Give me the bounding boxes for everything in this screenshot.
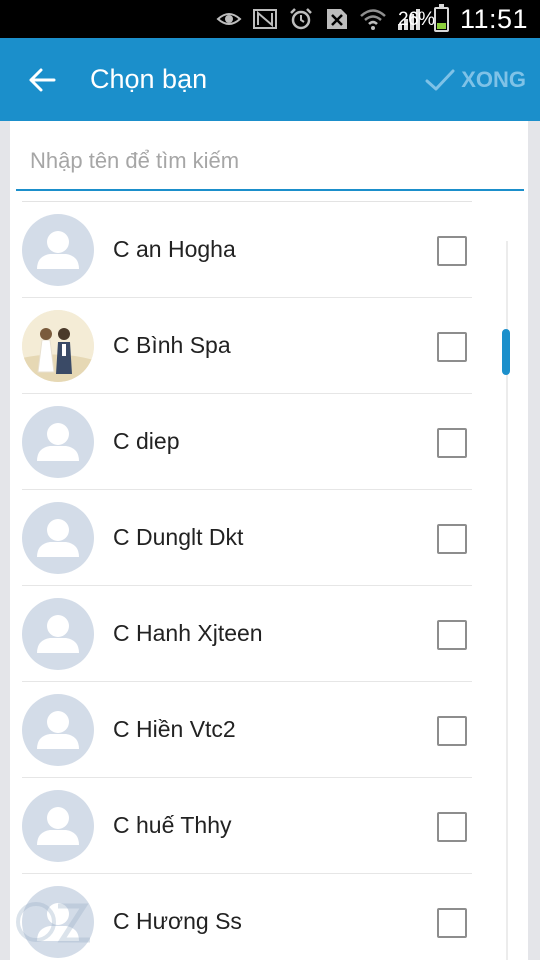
arrow-left-icon (29, 68, 56, 92)
status-icons (216, 4, 422, 34)
default-avatar-icon (22, 502, 94, 574)
contact-name: C Hương Ss (113, 908, 242, 934)
done-button[interactable]: XONG (425, 62, 526, 98)
back-button[interactable] (22, 60, 62, 100)
nfc-icon (253, 9, 277, 29)
contact-checkbox[interactable] (437, 332, 467, 362)
contact-name: C huế Thhy (113, 812, 232, 838)
scrollbar-thumb[interactable] (502, 329, 510, 375)
wifi-icon (360, 9, 386, 30)
contact-row[interactable]: C diep (10, 394, 480, 490)
default-avatar-icon (22, 790, 94, 862)
contact-checkbox[interactable] (437, 620, 467, 650)
check-icon (425, 69, 455, 91)
contact-checkbox[interactable] (437, 428, 467, 458)
contact-row[interactable]: C Hanh Xjteen (10, 586, 480, 682)
contact-picker-panel: C an Hogha C Bình Spa (10, 121, 528, 960)
eye-icon (216, 13, 242, 25)
watermark-logo-icon (16, 902, 90, 943)
contact-row[interactable]: C Hiền Vtc2 (10, 682, 480, 778)
search-field[interactable] (16, 133, 524, 191)
contact-name: C Hanh Xjteen (113, 620, 263, 646)
contact-row[interactable]: C Bình Spa (10, 298, 480, 394)
contact-name: C Dunglt Dkt (113, 524, 244, 550)
contact-name: C Hiền Vtc2 (113, 716, 236, 742)
contact-row[interactable]: C Dunglt Dkt (10, 490, 480, 586)
photo-avatar (22, 310, 94, 382)
contact-checkbox[interactable] (437, 812, 467, 842)
no-sim-icon (327, 9, 347, 29)
contact-checkbox[interactable] (437, 716, 467, 746)
alarm-icon (290, 8, 312, 30)
contact-name: C Bình Spa (113, 332, 231, 358)
default-avatar-icon (22, 214, 94, 286)
contact-name: C an Hogha (113, 236, 236, 262)
done-label: XONG (461, 67, 526, 92)
battery-icon (434, 4, 449, 32)
status-bar: 26% 11:51 (0, 0, 540, 38)
contact-name: C diep (113, 428, 180, 454)
app-bar: Chọn bạn XONG (0, 38, 540, 121)
contact-checkbox[interactable] (437, 908, 467, 938)
page-title: Chọn bạn (90, 64, 208, 94)
contact-checkbox[interactable] (437, 524, 467, 554)
contact-checkbox[interactable] (437, 236, 467, 266)
default-avatar-icon (22, 406, 94, 478)
contact-row[interactable]: C an Hogha (10, 202, 480, 298)
contact-list[interactable]: C an Hogha C Bình Spa C diep C Dunglt Dk… (10, 201, 480, 960)
default-avatar-icon (22, 694, 94, 766)
search-input[interactable] (16, 133, 524, 189)
default-avatar-icon (22, 598, 94, 670)
contact-row[interactable]: C huế Thhy (10, 778, 480, 874)
battery-percentage: 26% (398, 9, 435, 30)
clock: 11:51 (459, 4, 528, 34)
